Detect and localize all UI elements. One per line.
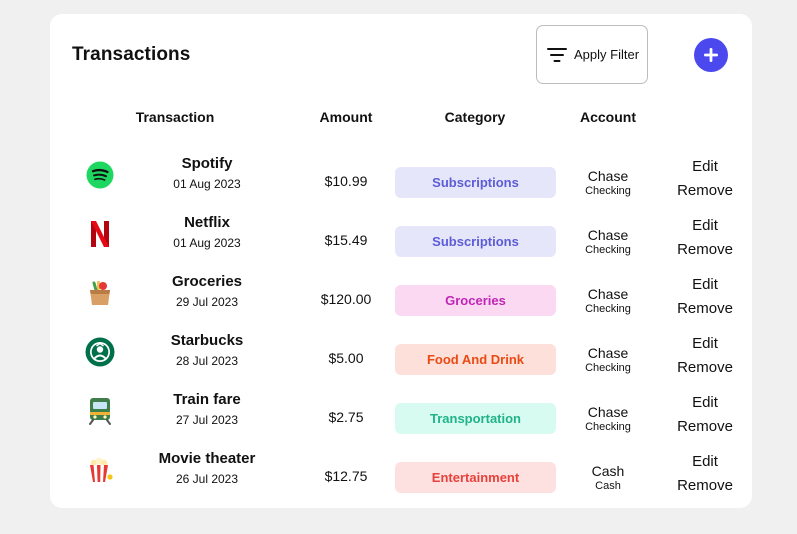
transaction-name: Movie theater (158, 450, 256, 467)
column-header-transaction: Transaction (135, 109, 215, 125)
account-type: Cash (595, 480, 621, 492)
account-type: Checking (585, 362, 631, 374)
column-header-category: Category (444, 109, 506, 125)
transaction-amount: $2.75 (328, 409, 364, 425)
table-row: Groceries 29 Jul 2023 $120.00 Groceries … (50, 271, 752, 330)
category-badge: Food And Drink (395, 344, 556, 375)
transaction-amount: $15.49 (324, 232, 368, 248)
category-badge: Subscriptions (395, 226, 556, 257)
spotify-icon (84, 159, 116, 191)
netflix-icon (84, 218, 116, 250)
account-name: Chase (587, 168, 629, 184)
remove-button[interactable]: Remove (665, 241, 745, 258)
account-type: Checking (585, 421, 631, 433)
category-badge: Subscriptions (395, 167, 556, 198)
transaction-date: 27 Jul 2023 (175, 413, 239, 427)
edit-button[interactable]: Edit (665, 158, 745, 175)
account-name: Chase (587, 404, 629, 420)
account-type: Checking (585, 303, 631, 315)
starbucks-icon (84, 336, 116, 368)
edit-button[interactable]: Edit (665, 276, 745, 293)
transaction-date: 01 Aug 2023 (173, 236, 241, 250)
category-badge: Groceries (395, 285, 556, 316)
popcorn-icon (84, 454, 116, 486)
transactions-card: Transactions Apply Filter Transaction Am… (50, 14, 752, 508)
transaction-date: 28 Jul 2023 (175, 354, 239, 368)
remove-button[interactable]: Remove (665, 418, 745, 435)
table-row: Movie theater 26 Jul 2023 $12.75 Enterta… (50, 448, 752, 507)
account-name: Cash (591, 463, 625, 479)
table-row: Train fare 27 Jul 2023 $2.75 Transportat… (50, 389, 752, 448)
transaction-date: 01 Aug 2023 (173, 177, 241, 191)
account-type: Checking (585, 244, 631, 256)
edit-button[interactable]: Edit (665, 335, 745, 352)
account-type: Checking (585, 185, 631, 197)
transaction-amount: $12.75 (324, 468, 368, 484)
account-name: Chase (587, 286, 629, 302)
remove-button[interactable]: Remove (665, 182, 745, 199)
grocery-bag-icon (84, 277, 116, 309)
edit-button[interactable]: Edit (665, 217, 745, 234)
table-row: Spotify 01 Aug 2023 $10.99 Subscriptions… (50, 153, 752, 212)
table-row: Starbucks 28 Jul 2023 $5.00 Food And Dri… (50, 330, 752, 389)
apply-filter-button[interactable]: Apply Filter (536, 25, 648, 84)
table-row: Netflix 01 Aug 2023 $15.49 Subscriptions… (50, 212, 752, 271)
transaction-name: Train fare (173, 391, 241, 408)
filter-icon (547, 47, 567, 62)
transaction-name: Spotify (181, 155, 233, 172)
remove-button[interactable]: Remove (665, 300, 745, 317)
account-name: Chase (587, 227, 629, 243)
transaction-amount: $120.00 (320, 291, 372, 307)
plus-icon (704, 48, 718, 62)
transaction-date: 29 Jul 2023 (175, 295, 239, 309)
edit-button[interactable]: Edit (665, 453, 745, 470)
account-name: Chase (587, 345, 629, 361)
transaction-amount: $5.00 (328, 350, 364, 366)
edit-button[interactable]: Edit (665, 394, 745, 411)
category-badge: Entertainment (395, 462, 556, 493)
transaction-name: Starbucks (170, 332, 244, 349)
column-header-account: Account (580, 109, 636, 125)
transaction-name: Netflix (184, 214, 230, 231)
remove-button[interactable]: Remove (665, 359, 745, 376)
transaction-amount: $10.99 (324, 173, 368, 189)
category-badge: Transportation (395, 403, 556, 434)
column-header-amount: Amount (319, 109, 373, 125)
page-title: Transactions (72, 44, 191, 65)
remove-button[interactable]: Remove (665, 477, 745, 494)
train-icon (84, 395, 116, 427)
transaction-name: Groceries (171, 273, 243, 290)
transaction-date: 26 Jul 2023 (175, 472, 239, 486)
add-transaction-button[interactable] (694, 38, 728, 72)
apply-filter-label: Apply Filter (574, 47, 640, 62)
